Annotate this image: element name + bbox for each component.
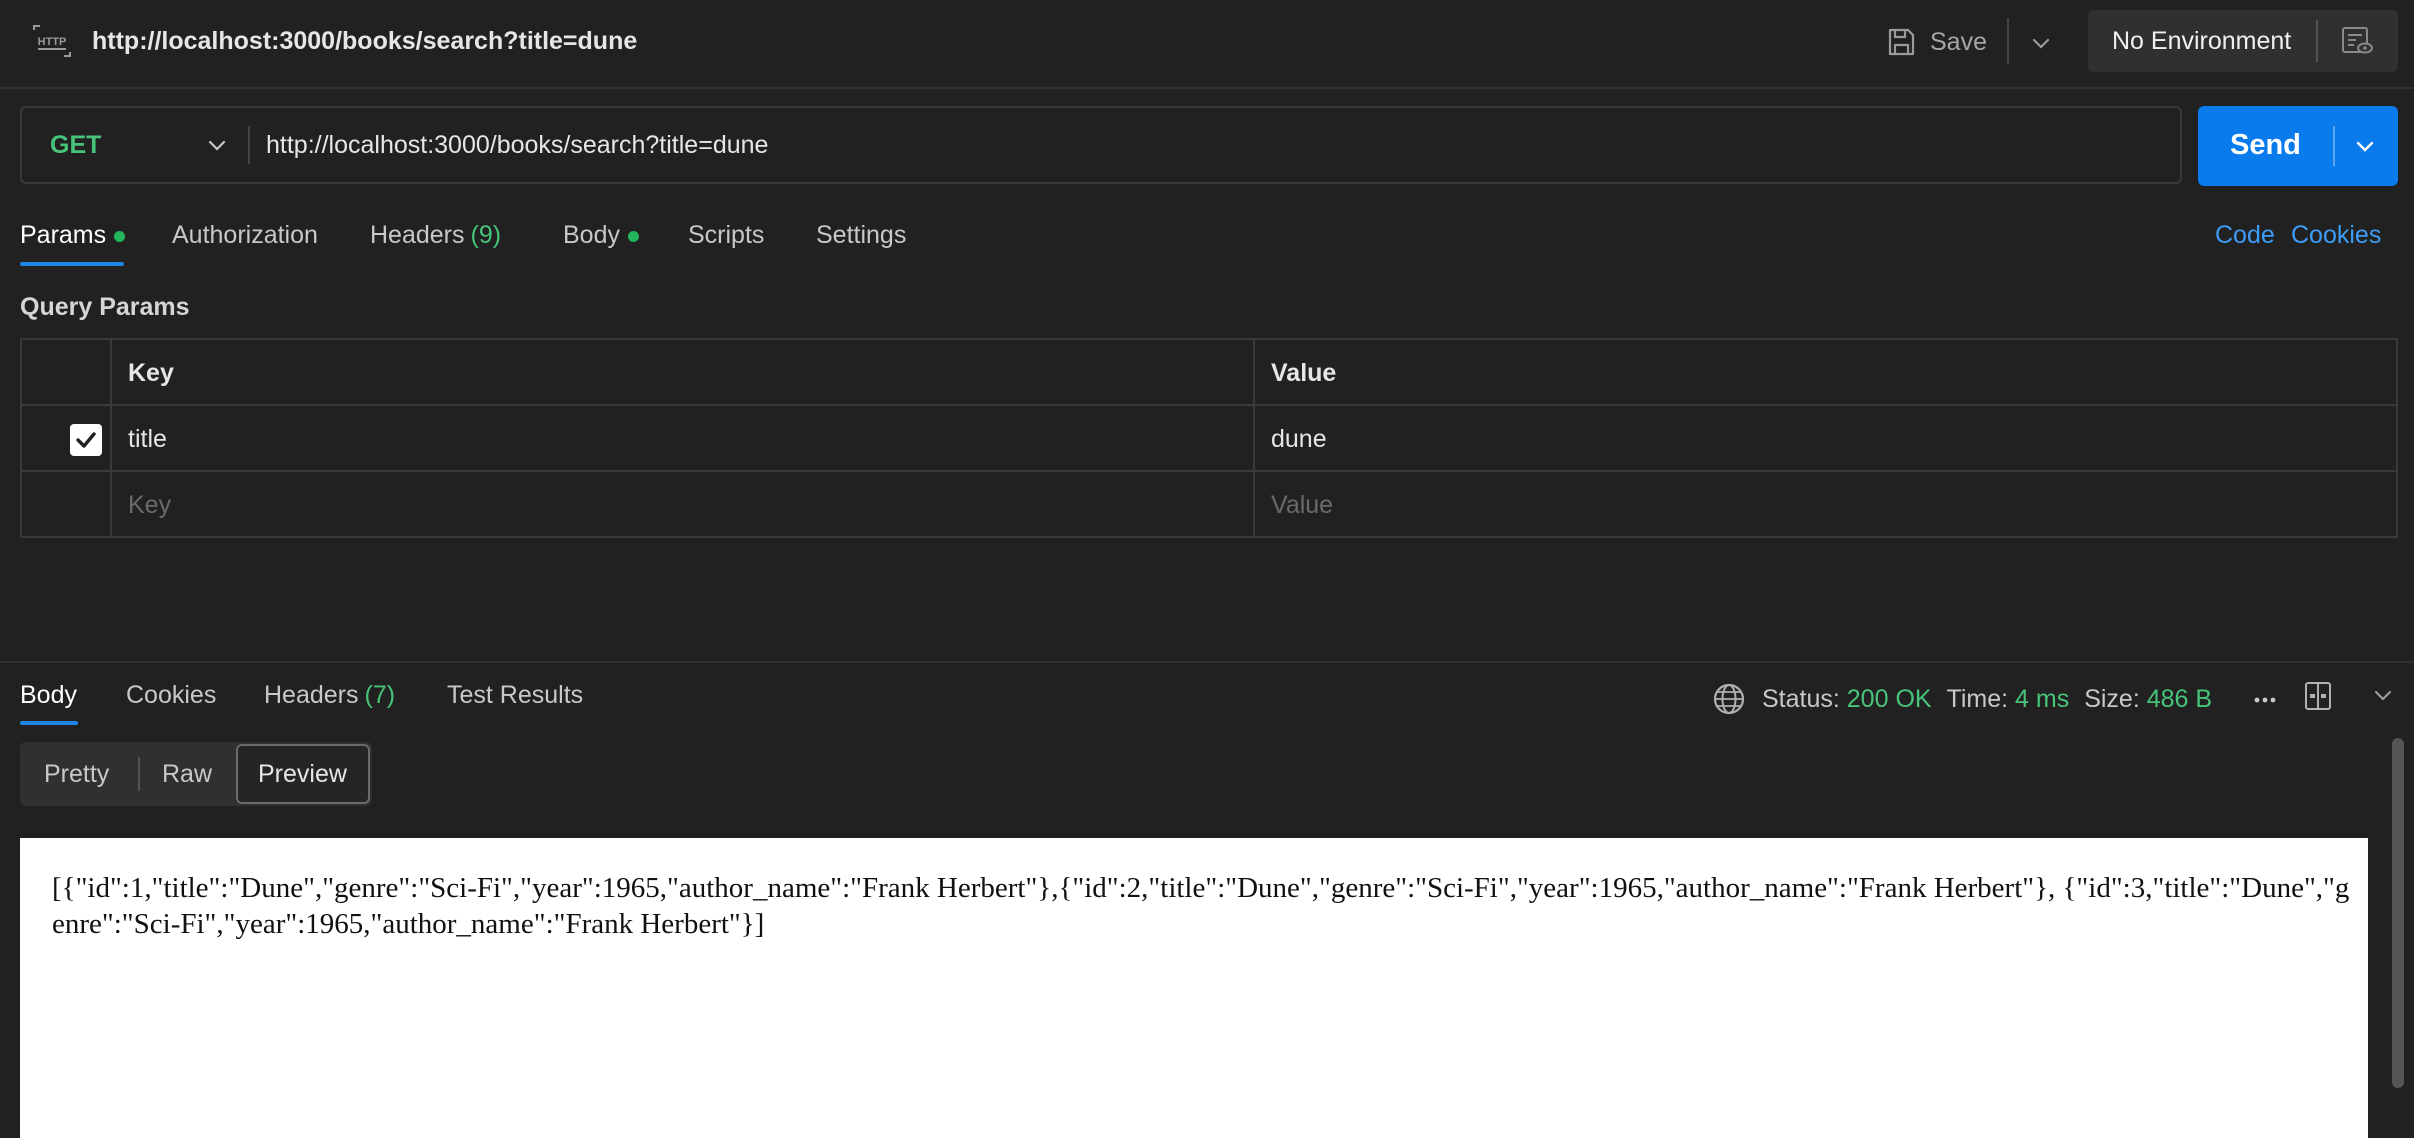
divider: [2316, 20, 2318, 62]
chevron-down-icon[interactable]: [202, 130, 232, 160]
active-tab-indicator: [20, 721, 78, 725]
tab-scripts[interactable]: Scripts: [688, 218, 764, 252]
send-label: Send: [2230, 129, 2301, 161]
table-divider: [1253, 338, 1255, 538]
divider: [248, 126, 250, 164]
tab-headers[interactable]: Headers (9): [370, 218, 501, 252]
response-tab-test-results[interactable]: Test Results: [447, 678, 583, 712]
environment-label: No Environment: [2112, 27, 2292, 55]
tab-label: Headers: [264, 681, 359, 709]
headers-count: (9): [470, 221, 502, 249]
layout-icon[interactable]: [2302, 680, 2334, 712]
request-title[interactable]: http://localhost:3000/books/search?title…: [92, 24, 637, 58]
status-label: Status:: [1762, 685, 1840, 713]
column-header-value: Value: [1271, 359, 1337, 387]
chevron-down-icon[interactable]: [2368, 680, 2398, 710]
size-label: Size:: [2084, 685, 2140, 713]
http-icon: HTTP: [33, 25, 71, 57]
view-mode-pretty[interactable]: Pretty: [44, 757, 109, 791]
divider: [138, 757, 140, 791]
response-tab-headers[interactable]: Headers (7): [264, 678, 395, 712]
code-link[interactable]: Code: [2215, 218, 2275, 252]
tab-label: Headers: [370, 221, 465, 249]
tab-settings[interactable]: Settings: [816, 218, 906, 252]
chevron-down-icon[interactable]: [2350, 131, 2380, 161]
section-title: Query Params: [20, 293, 190, 321]
table-divider: [20, 404, 2398, 406]
tab-label: Params: [20, 221, 107, 249]
status-value[interactable]: 200 OK: [1847, 685, 1932, 713]
new-param-value-input[interactable]: Value: [1271, 488, 1333, 522]
param-key[interactable]: title: [128, 422, 167, 456]
check-icon: [76, 432, 96, 448]
save-label: Save: [1930, 27, 1987, 56]
view-mode-preview-label: Preview: [258, 760, 347, 788]
response-meta: Status: 200 OK Time: 4 ms Size: 486 B: [1762, 682, 2212, 716]
new-param-key-input[interactable]: Key: [128, 488, 171, 522]
size-value[interactable]: 486 B: [2147, 685, 2212, 713]
table-divider: [20, 470, 2398, 472]
response-body-text: [{"id":1,"title":"Dune","genre":"Sci-Fi"…: [52, 872, 2350, 940]
eye-icon[interactable]: [2340, 24, 2374, 58]
active-tab-indicator: [20, 262, 124, 266]
url-input[interactable]: http://localhost:3000/books/search?title…: [266, 128, 768, 162]
headers-count: (7): [364, 681, 396, 709]
param-checkbox[interactable]: [70, 424, 102, 456]
tab-label: Body: [563, 221, 620, 249]
cookies-link[interactable]: Cookies: [2291, 218, 2381, 252]
chevron-down-icon[interactable]: [2026, 28, 2056, 58]
tab-params[interactable]: Params: [20, 218, 126, 252]
globe-icon[interactable]: [1711, 681, 1747, 717]
table-divider: [110, 338, 112, 538]
more-icon[interactable]: [2250, 690, 2280, 710]
divider: [2333, 126, 2335, 166]
response-divider[interactable]: [0, 661, 2414, 663]
time-label: Time:: [1946, 685, 2009, 713]
save-icon: [1888, 28, 1915, 56]
response-tab-body[interactable]: Body: [20, 678, 77, 712]
params-table: [20, 338, 2398, 538]
tab-body[interactable]: Body: [563, 218, 639, 252]
save-button[interactable]: Save: [1884, 18, 1987, 66]
param-value[interactable]: dune: [1271, 422, 1327, 456]
method-select[interactable]: GET: [50, 128, 101, 162]
time-value[interactable]: 4 ms: [2015, 685, 2069, 713]
status-dot: [627, 230, 639, 242]
svg-text:HTTP: HTTP: [38, 36, 67, 48]
divider: [2007, 18, 2009, 64]
status-dot: [114, 230, 126, 242]
column-header-key: Key: [128, 359, 174, 387]
tab-authorization[interactable]: Authorization: [172, 218, 318, 252]
scrollbar[interactable]: [2392, 738, 2404, 1088]
response-tab-cookies[interactable]: Cookies: [126, 678, 216, 712]
view-mode-raw[interactable]: Raw: [162, 757, 212, 791]
